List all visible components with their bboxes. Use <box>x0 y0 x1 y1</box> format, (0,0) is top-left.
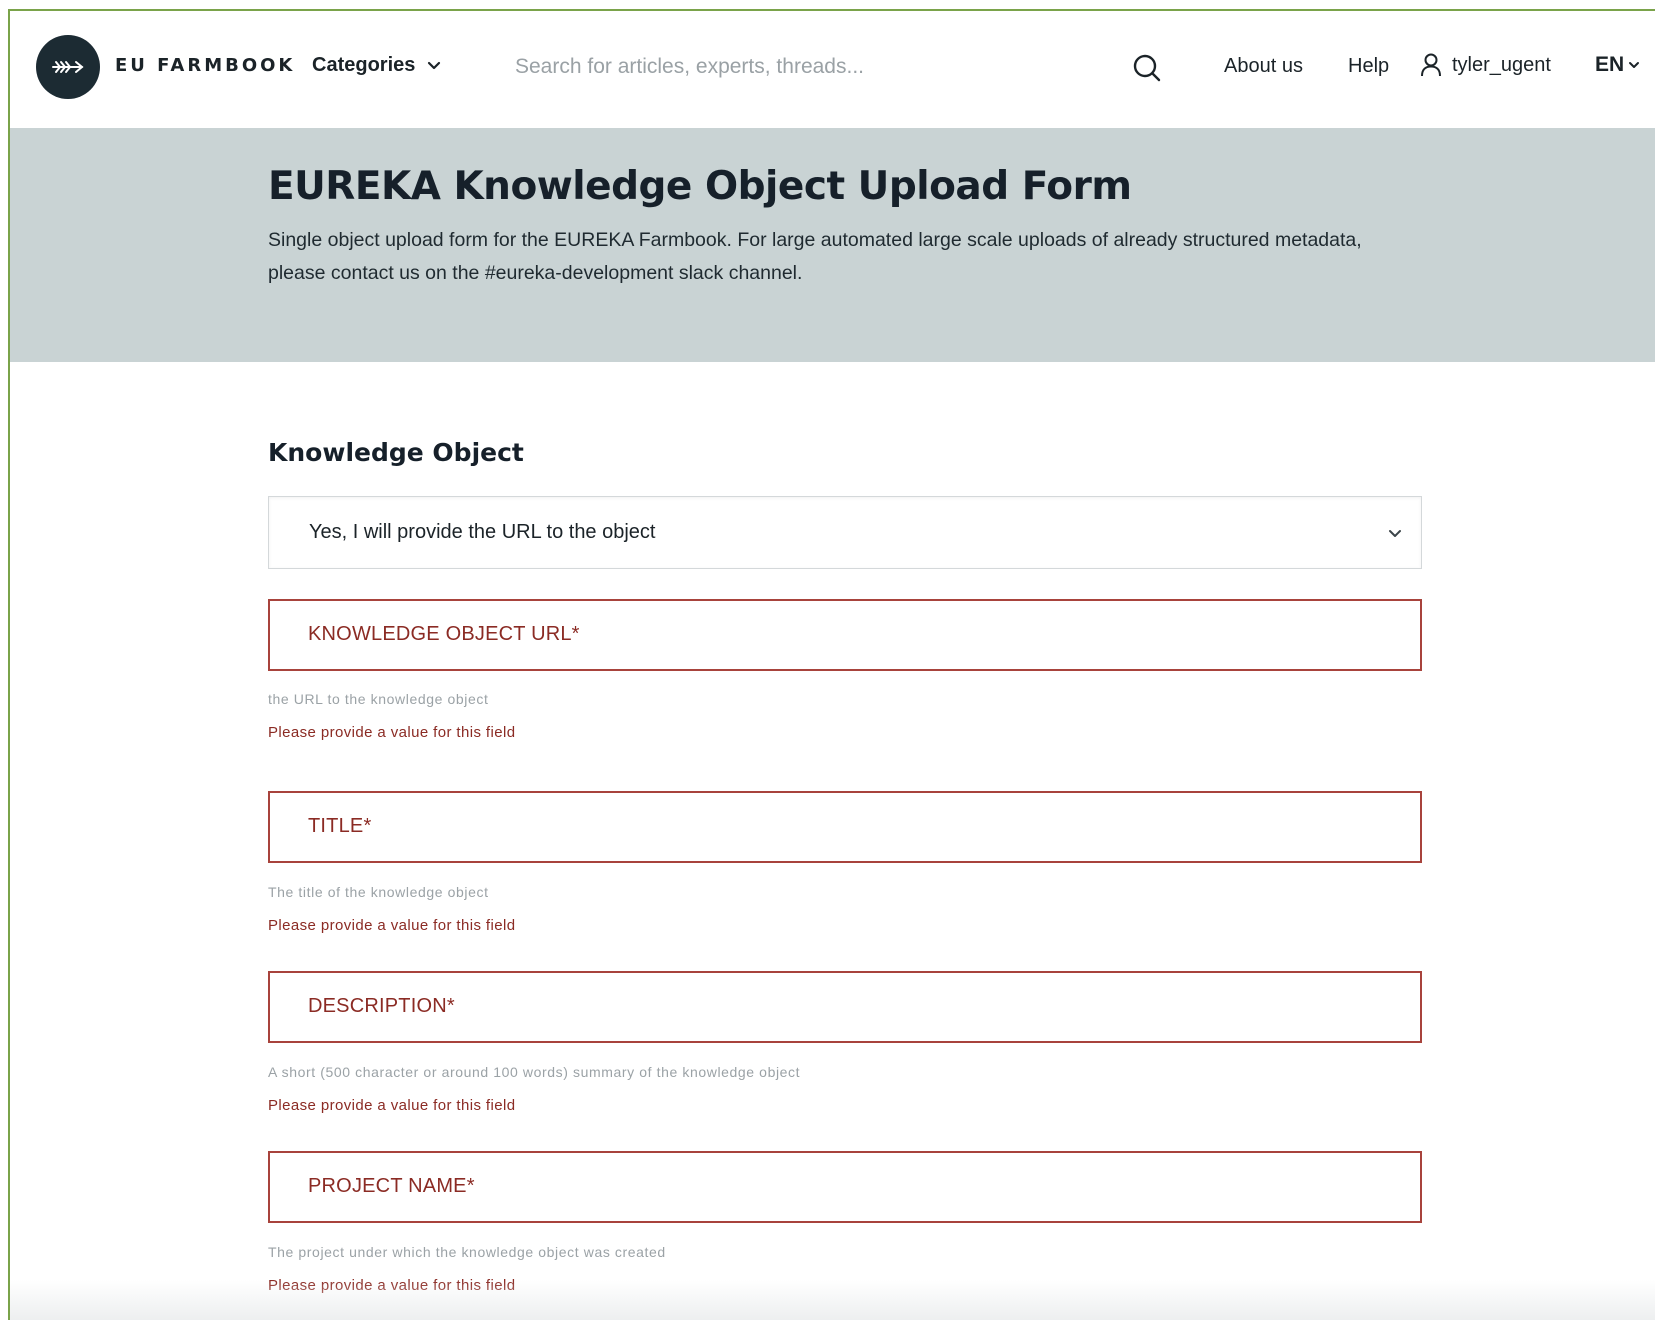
categories-label: Categories <box>312 54 416 76</box>
search-icon[interactable] <box>1132 53 1162 83</box>
arrow-icon <box>52 61 84 73</box>
user-menu[interactable]: tyler_ugent <box>1420 53 1551 77</box>
url-choice-selected-value: Yes, I will provide the URL to the objec… <box>309 521 656 543</box>
url-choice-select[interactable]: Yes, I will provide the URL to the objec… <box>268 496 1422 569</box>
project-name-error: Please provide a value for this field <box>268 1277 516 1294</box>
title-input[interactable] <box>270 793 1420 861</box>
user-icon <box>1421 53 1441 77</box>
title-error: Please provide a value for this field <box>268 917 516 934</box>
knowledge-object-url-error: Please provide a value for this field <box>268 724 516 741</box>
title-hint: The title of the knowledge object <box>268 884 489 900</box>
brand-name[interactable]: EU FARMBOOK <box>115 55 295 76</box>
username: tyler_ugent <box>1452 53 1551 76</box>
knowledge-object-url-field[interactable]: KNOWLEDGE OBJECT URL* <box>268 599 1422 671</box>
project-name-input[interactable] <box>270 1153 1420 1221</box>
page-header-banner: EUREKA Knowledge Object Upload Form Sing… <box>10 128 1655 362</box>
page-title: EUREKA Knowledge Object Upload Form <box>268 164 1132 209</box>
chevron-down-icon <box>1389 530 1401 537</box>
page-description: Single object upload form for the EUREKA… <box>268 224 1408 290</box>
chevron-down-icon <box>428 61 441 69</box>
search-input[interactable] <box>515 47 1075 87</box>
language-selector[interactable]: EN <box>1595 53 1640 77</box>
page-description-line-2: please contact us on the #eureka-develop… <box>268 262 803 284</box>
top-navigation-bar: EU FARMBOOK Categories About us Help tyl… <box>10 11 1655 128</box>
knowledge-object-url-hint: the URL to the knowledge object <box>268 691 489 707</box>
description-input[interactable] <box>270 973 1420 1041</box>
logo[interactable] <box>36 35 100 99</box>
description-error: Please provide a value for this field <box>268 1097 516 1114</box>
language-code: EN <box>1595 53 1625 76</box>
section-title: Knowledge Object <box>268 438 524 467</box>
title-field[interactable]: TITLE* <box>268 791 1422 863</box>
description-field[interactable]: DESCRIPTION* <box>268 971 1422 1043</box>
bottom-fade <box>10 1280 1655 1320</box>
description-hint: A short (500 character or around 100 wor… <box>268 1064 801 1080</box>
chevron-down-icon <box>1629 61 1640 68</box>
project-name-field[interactable]: PROJECT NAME* <box>268 1151 1422 1223</box>
project-name-hint: The project under which the knowledge ob… <box>268 1244 666 1260</box>
page-frame: EU FARMBOOK Categories About us Help tyl… <box>8 9 1655 1320</box>
help-link[interactable]: Help <box>1348 55 1389 78</box>
knowledge-object-url-input[interactable] <box>270 601 1420 669</box>
categories-menu[interactable]: Categories <box>312 54 441 77</box>
about-us-link[interactable]: About us <box>1224 55 1303 78</box>
page-description-line-1: Single object upload form for the EUREKA… <box>268 229 1362 251</box>
